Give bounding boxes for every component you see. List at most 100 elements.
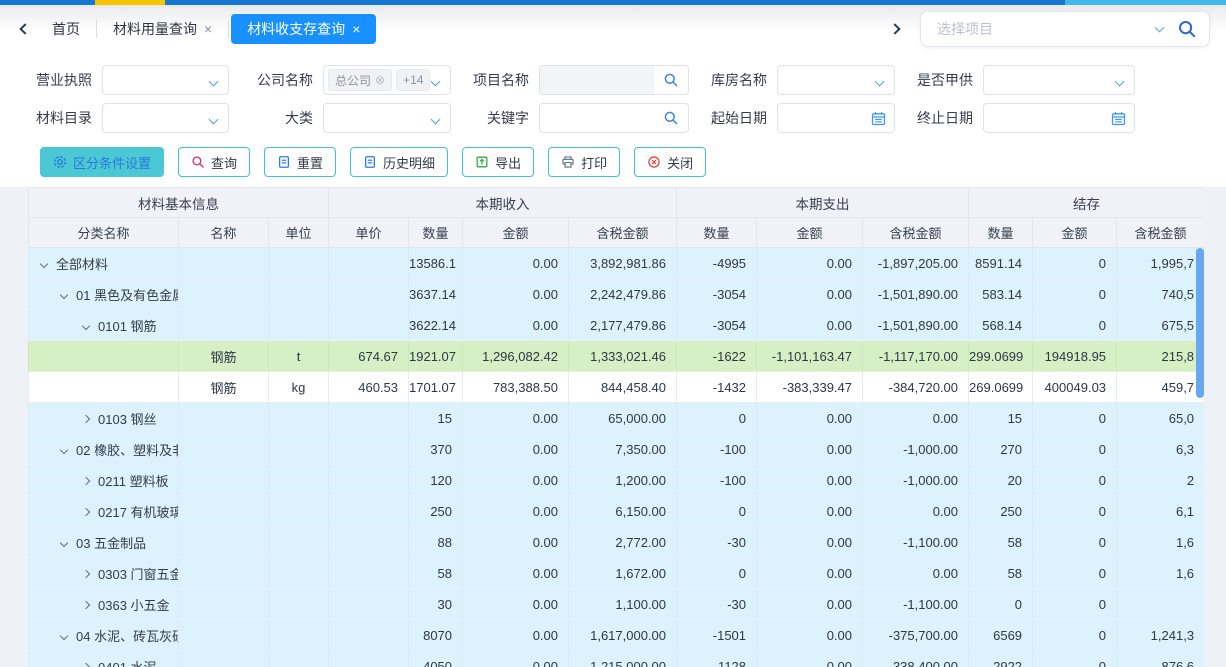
category-cell: 02 橡胶、塑料及非	[29, 434, 179, 465]
category-cell: 0211 塑料板	[29, 465, 179, 496]
table-row[interactable]: 0401 水泥40500.001,215,000.00-11280.00-338…	[29, 651, 1205, 667]
expand-icon[interactable]	[82, 507, 90, 515]
close-button[interactable]: 关闭	[634, 147, 706, 177]
table-row[interactable]: 0211 塑料板1200.001,200.00-1000.00-1,000.00…	[29, 465, 1205, 496]
tab-label: 首页	[52, 19, 80, 39]
major-category-select[interactable]	[323, 103, 451, 133]
col-header: 含税金额	[863, 218, 969, 248]
tab-material-usage-query[interactable]: 材料用量查询 ×	[97, 14, 228, 44]
button-label: 重置	[297, 153, 323, 172]
tab-home[interactable]: 首页	[36, 14, 96, 44]
cell	[329, 279, 409, 310]
collapse-icon[interactable]	[40, 259, 48, 267]
project-name-input[interactable]	[539, 65, 689, 95]
col-group-period-expense: 本期支出	[677, 188, 969, 218]
table-row[interactable]: 01 黑色及有色金属3637.140.002,242,479.86-30540.…	[29, 279, 1205, 310]
search-icon[interactable]	[654, 104, 688, 132]
table-row[interactable]: 全部材料13586.10.003,892,981.86-49950.00-1,8…	[29, 248, 1205, 279]
table-row[interactable]: 钢筋kg460.531701.07783,388.50844,458.40-14…	[29, 372, 1205, 403]
cell: 0	[1033, 434, 1117, 465]
collapse-icon[interactable]	[60, 631, 68, 639]
project-select[interactable]: 选择项目	[920, 11, 1210, 47]
table-row[interactable]: 0217 有机玻璃2500.006,150.0000.000.0025006,1	[29, 496, 1205, 527]
close-icon[interactable]: ×	[352, 22, 360, 36]
tabs-scroll-right-icon[interactable]	[884, 14, 906, 44]
cell: -1,000.00	[863, 434, 969, 465]
table-row[interactable]: 04 水泥、砖瓦灰砂80700.001,617,000.00-15010.00-…	[29, 620, 1205, 651]
stripe-lightblue-segment	[1065, 0, 1226, 5]
cell: 270	[969, 434, 1033, 465]
company-select[interactable]: 总公司 ⊗ +14	[323, 65, 451, 95]
reset-button[interactable]: 重置	[264, 147, 336, 177]
search-icon[interactable]	[654, 66, 688, 94]
col-header: 含税金额	[569, 218, 677, 248]
history-detail-button[interactable]: 历史明细	[350, 147, 448, 177]
cell: 20	[969, 465, 1033, 496]
close-icon[interactable]: ×	[204, 22, 212, 36]
cell: 0.00	[863, 558, 969, 589]
keyword-input[interactable]	[539, 103, 689, 133]
material-catalog-select[interactable]	[102, 103, 229, 133]
category-cell: 03 五金制品	[29, 527, 179, 558]
cell: 15	[969, 403, 1033, 434]
cell: 8591.14	[969, 248, 1033, 279]
input-zone[interactable]	[540, 66, 654, 94]
gear-icon	[53, 155, 67, 169]
cell: 8070	[409, 620, 463, 651]
category-label: 03 五金制品	[76, 536, 146, 551]
business-license-select[interactable]	[102, 65, 229, 95]
table-row[interactable]: 钢筋t674.671921.071,296,082.421,333,021.46…	[29, 341, 1205, 372]
vertical-scrollbar[interactable]	[1196, 248, 1204, 667]
expand-icon[interactable]	[82, 662, 90, 667]
cell	[329, 496, 409, 527]
cell: 0.00	[757, 434, 863, 465]
cell: 783,388.50	[463, 372, 569, 403]
cell: 3,892,981.86	[569, 248, 677, 279]
export-button[interactable]: 导出	[462, 147, 534, 177]
expand-icon[interactable]	[82, 569, 90, 577]
collapse-icon[interactable]	[60, 290, 68, 298]
tabs-scroll-left-icon[interactable]	[14, 14, 36, 44]
collapse-icon[interactable]	[60, 538, 68, 546]
search-icon[interactable]	[1177, 19, 1197, 39]
cell: 4050	[409, 651, 463, 667]
warehouse-select[interactable]	[777, 65, 895, 95]
print-button[interactable]: 打印	[548, 147, 620, 177]
query-button[interactable]: 查询	[178, 147, 250, 177]
collapse-icon[interactable]	[60, 445, 68, 453]
tab-material-balance-query[interactable]: 材料收支存查询 ×	[231, 14, 376, 44]
input-zone[interactable]	[540, 104, 654, 132]
cell: 1921.07	[409, 341, 463, 372]
cell: 568.14	[969, 310, 1033, 341]
end-date-input[interactable]	[983, 103, 1135, 133]
table-row[interactable]: 03 五金制品880.002,772.00-300.00-1,100.00580…	[29, 527, 1205, 558]
expand-icon[interactable]	[82, 414, 90, 422]
col-group-basic-info: 材料基本信息	[29, 188, 329, 218]
expand-icon[interactable]	[82, 476, 90, 484]
filter-label: 库房名称	[711, 70, 767, 90]
col-header: 单价	[329, 218, 409, 248]
table-row[interactable]: 0363 小五金300.001,100.00-300.00-1,100.0000	[29, 589, 1205, 620]
owner-supplied-select[interactable]	[983, 65, 1135, 95]
category-label: 02 橡胶、塑料及非	[76, 443, 179, 458]
table-row[interactable]: 02 橡胶、塑料及非3700.007,350.00-1000.00-1,000.…	[29, 434, 1205, 465]
condition-settings-button[interactable]: 区分条件设置	[40, 147, 164, 177]
button-label: 打印	[581, 153, 607, 172]
remove-tag-icon[interactable]: ⊗	[375, 73, 385, 87]
scrollbar-thumb[interactable]	[1196, 248, 1204, 398]
cell: 740,5	[1117, 279, 1204, 310]
table-row[interactable]: 0101 钢筋3622.140.002,177,479.86-30540.00-…	[29, 310, 1205, 341]
start-date-input[interactable]	[777, 103, 895, 133]
expand-icon[interactable]	[82, 600, 90, 608]
category-label: 0211 塑料板	[98, 474, 169, 489]
cell	[269, 589, 329, 620]
group-header-row: 材料基本信息 本期收入 本期支出 结存	[29, 188, 1205, 218]
cell: 58	[969, 558, 1033, 589]
table-row[interactable]: 0103 钢丝150.0065,000.0000.000.0015065,0	[29, 403, 1205, 434]
cell: -1128	[677, 651, 757, 667]
cell: 0.00	[757, 279, 863, 310]
cell: -3054	[677, 279, 757, 310]
collapse-icon[interactable]	[82, 321, 90, 329]
cell	[329, 465, 409, 496]
table-row[interactable]: 0303 门窗五金580.001,672.0000.000.005801,6	[29, 558, 1205, 589]
